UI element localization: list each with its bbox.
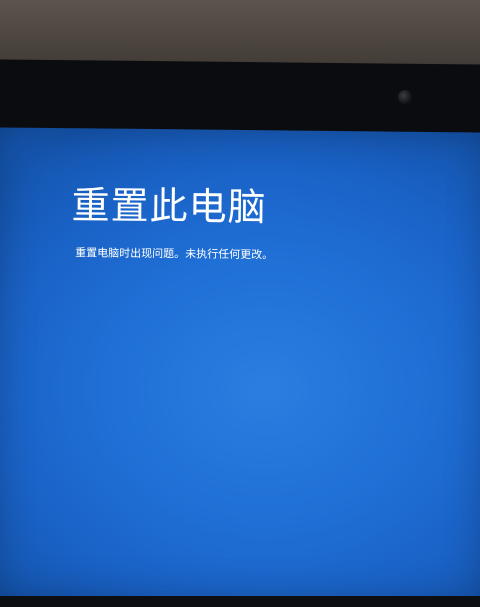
- monitor-bottom-edge: [0, 596, 480, 607]
- page-title: 重置此电脑: [71, 183, 267, 230]
- webcam-icon: [398, 90, 412, 104]
- photo-frame: 重置此电脑 重置电脑时出现问题。未执行任何更改。: [0, 0, 480, 607]
- error-message: 重置电脑时出现问题。未执行任何更改。: [75, 246, 274, 262]
- recovery-screen: 重置此电脑 重置电脑时出现问题。未执行任何更改。: [0, 127, 480, 603]
